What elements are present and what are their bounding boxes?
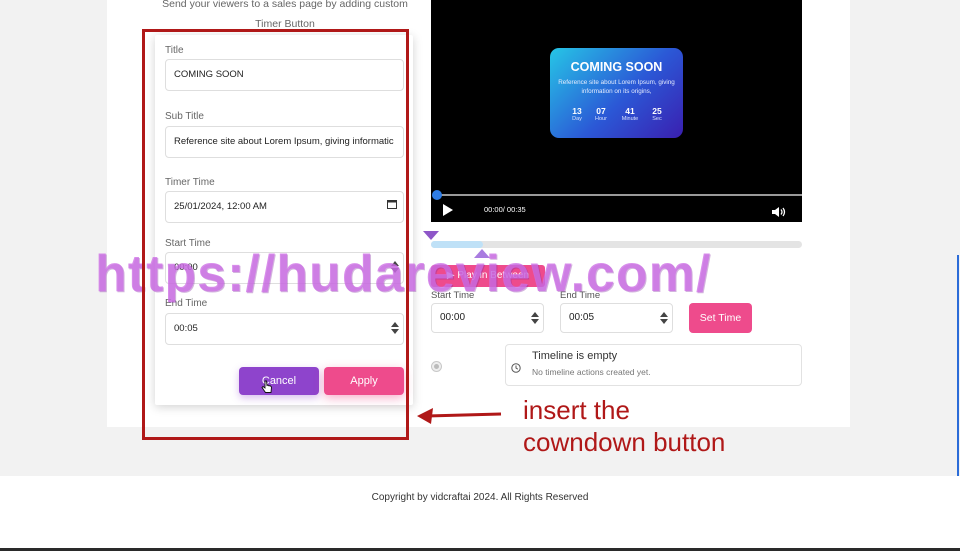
countdown-unit: Hour [595,116,607,122]
timeline-end-input[interactable]: 00:05 [560,303,673,333]
countdown-unit: Day [572,116,582,122]
footer-copyright: Copyright by vidcraftai 2024. All Rights… [371,492,589,503]
play-icon[interactable] [443,204,453,216]
countdown-days: 13 Day [565,106,589,122]
scroll-edge [957,255,959,476]
countdown-minutes: 41 Minute [618,106,642,122]
timeline-start-input[interactable]: 00:00 [431,303,544,333]
volume-icon[interactable] [771,205,787,217]
countdown-subtitle: Reference site about Lorem Ipsum, giving… [558,79,675,95]
annotation-line-2: cowndown button [523,427,726,457]
countdown-title: COMING SOON [570,60,663,74]
video-progress-track[interactable] [437,194,802,196]
timeline-end-value: 00:05 [569,312,595,323]
countdown-value: 07 [596,106,606,116]
timeline-empty-title: Timeline is empty [532,350,618,362]
highlight-box [142,29,409,440]
countdown-overlay: COMING SOON Reference site about Lorem I… [550,48,683,138]
annotation-arrow-icon [417,408,502,424]
countdown-unit: Sec [652,116,662,122]
annotation-text: insert the cowndown button [523,394,725,458]
countdown-hours: 07 Hour [589,106,613,122]
countdown-unit: Minute [621,116,639,122]
footer [0,476,960,548]
clock-icon [511,360,521,373]
set-time-button[interactable]: Set Time [689,303,752,333]
video-time: 00:00/ 00:35 [484,205,526,214]
timeline-start-value: 00:00 [440,312,466,323]
timeline-radio[interactable] [431,361,442,372]
countdown-seconds: 25 Sec [645,106,669,122]
countdown-value: 25 [652,106,662,116]
countdown-value: 41 [625,106,635,116]
timeline-empty-subtitle: No timeline actions created yet. [532,367,651,377]
annotation-line-1: insert the [523,395,630,425]
video-progress-handle[interactable] [432,190,442,200]
countdown-value: 13 [572,106,582,116]
timeline-start-marker-icon[interactable] [423,231,439,240]
